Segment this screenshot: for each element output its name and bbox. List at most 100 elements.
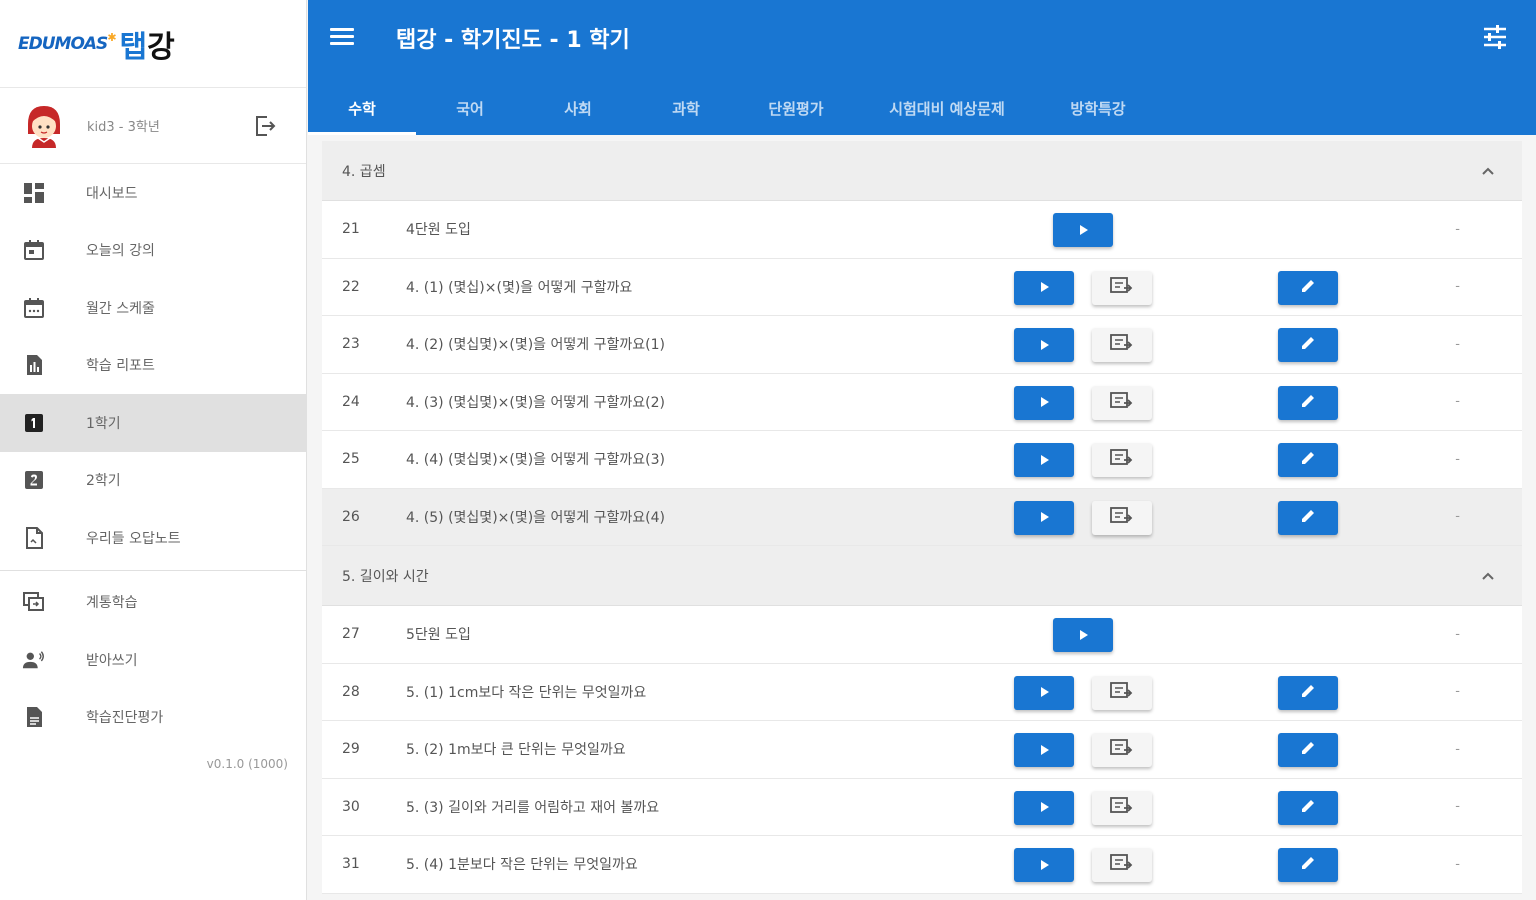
- sidebar-item-label: 오늘의 강의: [86, 243, 155, 260]
- lesson-status: -: [1455, 626, 1460, 642]
- exercise-button[interactable]: [1278, 675, 1338, 710]
- lecture-note-button[interactable]: [1092, 385, 1152, 420]
- lesson-title: 4. (3) (몇십몇)×(몇)을 어떻게 구할까요(2): [406, 394, 665, 411]
- sidebar-item-learning-report[interactable]: 학습 리포트: [0, 337, 306, 395]
- play-icon: [1038, 451, 1050, 470]
- play-video-button[interactable]: [1014, 790, 1074, 825]
- exercise-button[interactable]: [1278, 848, 1338, 882]
- lesson-row: 30 5. (3) 길이와 거리를 어림하고 재어 볼까요 -: [322, 778, 1522, 836]
- lesson-title: 4. (2) (몇십몇)×(몇)을 어떻게 구할까요(1): [406, 337, 665, 354]
- pencil-icon: [1299, 449, 1317, 471]
- exercise-button[interactable]: [1278, 733, 1338, 767]
- play-icon: [1077, 221, 1089, 240]
- section-header[interactable]: 4. 곱셈: [322, 141, 1522, 201]
- play-video-button[interactable]: [1014, 675, 1074, 710]
- pencil-icon: [1299, 392, 1317, 414]
- exercise-button[interactable]: [1278, 385, 1338, 420]
- play-video-button[interactable]: [1014, 443, 1074, 477]
- note-export-icon: [1109, 796, 1135, 820]
- lesson-row: 31 5. (4) 1분보다 작은 단위는 무엇일까요 -: [322, 836, 1522, 894]
- lesson-row: 25 4. (4) (몇십몇)×(몇)을 어떻게 구할까요(3) -: [322, 431, 1522, 489]
- chevron-up-icon[interactable]: [1480, 568, 1496, 584]
- sidebar-item-label: 받아쓰기: [86, 652, 138, 669]
- play-video-button[interactable]: [1014, 270, 1074, 305]
- lesson-number: 24: [342, 393, 360, 410]
- play-video-button[interactable]: [1014, 733, 1074, 767]
- lesson-number: 29: [342, 741, 360, 758]
- exercise-button[interactable]: [1278, 270, 1338, 305]
- play-icon: [1038, 336, 1050, 355]
- tab-unit-assessment[interactable]: 단원평가: [740, 82, 852, 135]
- sidebar-item-today-lecture[interactable]: 오늘의 강의: [0, 222, 306, 280]
- subject-tabs: 수학 국어 사회 과학 단원평가 시험대비 예상문제 방학특강: [308, 82, 1154, 135]
- app-version: v0.1.0 (1000): [206, 757, 288, 771]
- tab-math[interactable]: 수학: [308, 82, 416, 135]
- play-video-button[interactable]: [1053, 618, 1113, 652]
- sidebar-item-wrong-answer-note[interactable]: 우리들 오답노트: [0, 509, 306, 567]
- lesson-status: -: [1455, 221, 1460, 237]
- menu-icon[interactable]: [330, 28, 354, 48]
- play-video-button[interactable]: [1014, 500, 1074, 535]
- number-one-box-icon: [22, 411, 46, 435]
- section-header[interactable]: 5. 길이와 시간: [322, 546, 1522, 606]
- tab-science[interactable]: 과학: [632, 82, 740, 135]
- play-icon: [1038, 278, 1050, 297]
- exercise-button[interactable]: [1278, 790, 1338, 825]
- lesson-row: 29 5. (2) 1m보다 큰 단위는 무엇일까요 -: [322, 721, 1522, 779]
- play-icon: [1038, 393, 1050, 412]
- lesson-title: 5단원 도입: [406, 627, 471, 644]
- user-name: kid3 - 3학년: [87, 120, 160, 135]
- sidebar-item-diagnostic-assessment[interactable]: 학습진단평가: [0, 689, 306, 747]
- lecture-note-button[interactable]: [1092, 443, 1152, 477]
- lecture-note-button[interactable]: [1092, 675, 1152, 710]
- avatar: [22, 102, 66, 150]
- lecture-note-button[interactable]: [1092, 790, 1152, 825]
- lecture-note-button[interactable]: [1092, 270, 1152, 305]
- app-root: EDUMOAS✱ 탭강 kid3 - 3학년 대시보드 오늘의 강의 월간 스케…: [0, 0, 1536, 900]
- sidebar-item-label: 대시보드: [86, 185, 138, 202]
- tab-social[interactable]: 사회: [524, 82, 632, 135]
- lesson-title: 5. (4) 1분보다 작은 단위는 무엇일까요: [406, 857, 638, 874]
- lecture-note-button[interactable]: [1092, 500, 1152, 535]
- pencil-icon: [1299, 682, 1317, 704]
- calendar-today-icon: [22, 238, 46, 262]
- exercise-button[interactable]: [1278, 443, 1338, 477]
- note-export-icon: [1109, 448, 1135, 472]
- lesson-row: 26 4. (5) (몇십몇)×(몇)을 어떻게 구할까요(4) -: [322, 488, 1522, 546]
- sidebar-item-dashboard[interactable]: 대시보드: [0, 164, 306, 222]
- lecture-note-button[interactable]: [1092, 848, 1152, 882]
- exercise-button[interactable]: [1278, 500, 1338, 535]
- logout-icon[interactable]: [254, 114, 276, 138]
- note-export-icon: [1109, 391, 1135, 415]
- sidebar-item-semester-2[interactable]: 2학기: [0, 452, 306, 510]
- sidebar-item-label: 계통학습: [86, 595, 138, 612]
- tab-korean[interactable]: 국어: [416, 82, 524, 135]
- logo[interactable]: EDUMOAS✱ 탭강: [0, 0, 306, 88]
- play-video-button[interactable]: [1053, 213, 1113, 247]
- exercise-button[interactable]: [1278, 328, 1338, 362]
- chevron-up-icon[interactable]: [1480, 163, 1496, 179]
- play-video-button[interactable]: [1014, 848, 1074, 882]
- sidebar-item-systematic-learning[interactable]: 계통학습: [0, 574, 306, 632]
- sidebar-item-monthly-schedule[interactable]: 월간 스케줄: [0, 279, 306, 337]
- lecture-note-button[interactable]: [1092, 328, 1152, 362]
- play-video-button[interactable]: [1014, 385, 1074, 420]
- sidebar-item-semester-1[interactable]: 1학기: [0, 394, 306, 452]
- play-video-button[interactable]: [1014, 328, 1074, 362]
- lesson-status: -: [1455, 856, 1460, 872]
- lecture-note-button[interactable]: [1092, 733, 1152, 767]
- note-export-icon: [1109, 333, 1135, 357]
- pencil-icon: [1299, 334, 1317, 356]
- sidebar-item-dictation[interactable]: 받아쓰기: [0, 631, 306, 689]
- tune-icon[interactable]: [1482, 24, 1508, 50]
- lesson-status: -: [1455, 336, 1460, 352]
- tab-exam-prep[interactable]: 시험대비 예상문제: [852, 82, 1042, 135]
- calendar-month-icon: [22, 296, 46, 320]
- play-icon: [1077, 626, 1089, 645]
- lesson-list: 4. 곱셈 21 4단원 도입 - 22 4. (1) (몇십)×(몇)을 어떻게 구할까…: [322, 141, 1522, 894]
- sidebar-item-label: 2학기: [86, 473, 121, 490]
- sidebar-item-label: 우리들 오답노트: [86, 530, 181, 547]
- tab-vacation-special[interactable]: 방학특강: [1042, 82, 1154, 135]
- assessment-icon: [22, 705, 46, 729]
- lesson-row: 21 4단원 도입 -: [322, 201, 1522, 259]
